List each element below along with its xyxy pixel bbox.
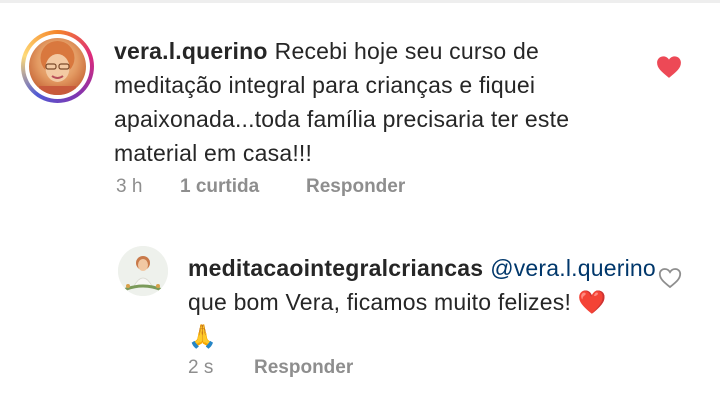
comment-username[interactable]: vera.l.querino	[114, 38, 268, 64]
heart-filled-icon[interactable]	[656, 55, 682, 79]
reply-meta: 2 s Responder	[188, 357, 353, 379]
comment-like-count[interactable]: 1 curtida	[180, 176, 306, 198]
comment-reply-button[interactable]: Responder	[306, 176, 405, 198]
avatar-story-ring[interactable]	[21, 30, 94, 103]
reply-username[interactable]: meditacaointegralcriancas	[188, 255, 483, 281]
reply-body: meditacaointegralcriancas @vera.l.querino…	[188, 251, 656, 353]
comment-timestamp: 3 h	[116, 176, 143, 197]
reply-timestamp: 2 s	[188, 357, 214, 378]
reply-mention-link[interactable]: @vera.l.querino	[490, 255, 656, 281]
reply-reply-button[interactable]: Responder	[254, 357, 353, 379]
reply-text: que bom Vera, ficamos muito felizes!	[188, 289, 572, 315]
top-divider	[0, 0, 720, 3]
comment-meta: 3 h 1 curtida Responder	[116, 176, 405, 198]
reply-avatar[interactable]	[118, 246, 168, 296]
avatar	[29, 38, 86, 95]
avatar-ring-gap	[25, 34, 90, 99]
heart-outline-icon[interactable]	[658, 267, 682, 289]
comment-body: vera.l.querino Recebi hoje seu curso de m…	[114, 34, 634, 170]
